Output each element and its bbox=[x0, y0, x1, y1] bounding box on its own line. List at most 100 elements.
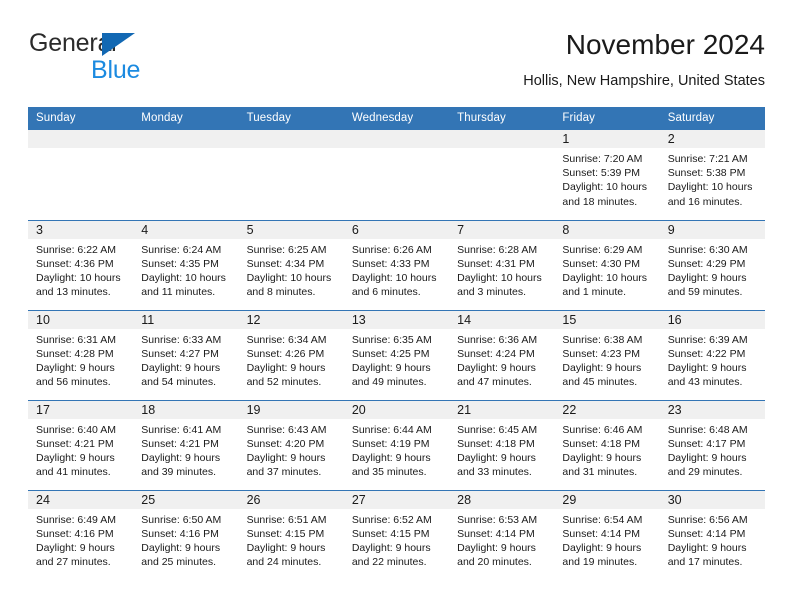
calendar-week-row: 1 Sunrise: 7:20 AM Sunset: 5:39 PM Daylight… bbox=[28, 130, 765, 220]
sunrise-text: Sunrise: 6:29 AM bbox=[562, 243, 643, 256]
day-details: Sunrise: 6:22 AM Sunset: 4:36 PM Daylight:… bbox=[28, 239, 133, 300]
day-details: Sunrise: 7:20 AM Sunset: 5:39 PM Daylight:… bbox=[554, 148, 659, 209]
sunset-text: Sunset: 4:20 PM bbox=[246, 437, 325, 450]
day-number: 25 bbox=[133, 490, 239, 509]
sunrise-text: Sunrise: 6:43 AM bbox=[246, 423, 327, 436]
daylight-text: Daylight: 9 hours and 31 minutes. bbox=[562, 451, 642, 479]
calendar-day-cell[interactable]: 6 Sunrise: 6:26 AM Sunset: 4:33 PM Daylight… bbox=[343, 219, 450, 310]
calendar-day-cell[interactable]: 18 Sunrise: 6:41 AM Sunset: 4:21 PM Dayligh… bbox=[133, 399, 239, 490]
calendar-day-cell[interactable]: 27 Sunrise: 6:52 AM Sunset: 4:15 PM Dayligh… bbox=[343, 489, 450, 580]
daylight-text: Daylight: 9 hours and 25 minutes. bbox=[141, 541, 221, 569]
sunset-text: Sunset: 4:15 PM bbox=[246, 527, 325, 540]
sunrise-text: Sunrise: 7:20 AM bbox=[562, 153, 643, 165]
calendar-day-cell[interactable]: 3 Sunrise: 6:22 AM Sunset: 4:36 PM Daylight… bbox=[28, 219, 134, 310]
day-details: Sunrise: 6:46 AM Sunset: 4:18 PM Daylight:… bbox=[554, 419, 659, 480]
calendar-day-cell[interactable]: 7 Sunrise: 6:28 AM Sunset: 4:31 PM Daylight… bbox=[449, 219, 555, 310]
day-number: 1 bbox=[554, 130, 660, 148]
calendar-day-cell[interactable]: 25 Sunrise: 6:50 AM Sunset: 4:16 PM Dayligh… bbox=[133, 489, 239, 580]
daylight-text: Daylight: 10 hours and 8 minutes. bbox=[246, 271, 332, 299]
day-details: Sunrise: 6:30 AM Sunset: 4:29 PM Daylight:… bbox=[660, 239, 765, 300]
calendar-week-row: 10 Sunrise: 6:31 AM Sunset: 4:28 PM Dayligh… bbox=[28, 309, 765, 400]
calendar-day-cell[interactable]: 10 Sunrise: 6:31 AM Sunset: 4:28 PM Dayligh… bbox=[28, 309, 134, 400]
calendar-day-cell-empty[interactable] bbox=[28, 130, 134, 220]
day-details: Sunrise: 6:48 AM Sunset: 4:17 PM Daylight:… bbox=[660, 419, 765, 480]
sunset-text: Sunset: 4:31 PM bbox=[457, 257, 535, 270]
calendar-day-cell-empty[interactable] bbox=[133, 130, 239, 220]
sunset-text: Sunset: 4:26 PM bbox=[246, 347, 325, 360]
sunset-text: Sunset: 4:29 PM bbox=[667, 257, 746, 270]
calendar-day-cell[interactable]: 9 Sunrise: 6:30 AM Sunset: 4:29 PM Daylight… bbox=[659, 219, 765, 310]
daylight-text: Daylight: 9 hours and 45 minutes. bbox=[562, 361, 642, 389]
sunrise-text: Sunrise: 6:45 AM bbox=[457, 423, 538, 436]
calendar-day-cell[interactable]: 22 Sunrise: 6:46 AM Sunset: 4:18 PM Dayligh… bbox=[554, 399, 660, 490]
day-number: 8 bbox=[554, 220, 660, 239]
calendar-day-cell[interactable]: 13 Sunrise: 6:35 AM Sunset: 4:25 PM Dayligh… bbox=[343, 309, 450, 400]
day-number: 11 bbox=[133, 310, 239, 329]
daylight-text: Daylight: 9 hours and 59 minutes. bbox=[667, 271, 747, 299]
calendar-day-cell-empty[interactable] bbox=[238, 130, 344, 220]
day-details: Sunrise: 6:52 AM Sunset: 4:15 PM Daylight:… bbox=[344, 509, 449, 570]
calendar-day-cell-empty[interactable] bbox=[343, 130, 450, 220]
calendar-day-cell[interactable]: 24 Sunrise: 6:49 AM Sunset: 4:16 PM Dayligh… bbox=[28, 489, 134, 580]
day-details: Sunrise: 6:49 AM Sunset: 4:16 PM Daylight:… bbox=[28, 509, 133, 570]
calendar-day-cell[interactable]: 21 Sunrise: 6:45 AM Sunset: 4:18 PM Dayligh… bbox=[449, 399, 555, 490]
day-number-band bbox=[238, 130, 344, 148]
calendar-day-cell[interactable]: 28 Sunrise: 6:53 AM Sunset: 4:14 PM Dayligh… bbox=[449, 489, 555, 580]
calendar-day-cell[interactable]: 14 Sunrise: 6:36 AM Sunset: 4:24 PM Dayligh… bbox=[449, 309, 555, 400]
calendar-day-cell[interactable]: 4 Sunrise: 6:24 AM Sunset: 4:35 PM Daylight… bbox=[133, 219, 239, 310]
calendar-day-cell[interactable]: 20 Sunrise: 6:44 AM Sunset: 4:19 PM Dayligh… bbox=[343, 399, 450, 490]
sunrise-text: Sunrise: 6:51 AM bbox=[246, 513, 327, 526]
calendar-day-cell[interactable]: 12 Sunrise: 6:34 AM Sunset: 4:26 PM Dayligh… bbox=[238, 309, 344, 400]
day-number: 26 bbox=[238, 490, 344, 509]
sunset-text: Sunset: 4:21 PM bbox=[36, 437, 114, 450]
daylight-text: Daylight: 9 hours and 22 minutes. bbox=[351, 541, 431, 569]
calendar-day-cell[interactable]: 8 Sunrise: 6:29 AM Sunset: 4:30 PM Daylight… bbox=[554, 219, 660, 310]
sunrise-text: Sunrise: 6:34 AM bbox=[246, 333, 327, 346]
weekday-header-friday: Friday bbox=[554, 107, 660, 130]
sunrise-text: Sunrise: 6:44 AM bbox=[351, 423, 432, 436]
calendar-day-cell[interactable]: 2 Sunrise: 7:21 AM Sunset: 5:38 PM Daylight… bbox=[659, 130, 765, 220]
day-details: Sunrise: 6:53 AM Sunset: 4:14 PM Daylight:… bbox=[449, 509, 554, 570]
day-number: 18 bbox=[133, 400, 239, 419]
day-details: Sunrise: 6:35 AM Sunset: 4:25 PM Daylight:… bbox=[344, 329, 449, 390]
calendar-day-cell[interactable]: 30 Sunrise: 6:56 AM Sunset: 4:14 PM Dayligh… bbox=[659, 489, 765, 580]
calendar-day-cell[interactable]: 1 Sunrise: 7:20 AM Sunset: 5:39 PM Daylight… bbox=[554, 130, 660, 220]
daylight-text: Daylight: 9 hours and 56 minutes. bbox=[36, 361, 115, 389]
location-subtitle: Hollis, New Hampshire, United States bbox=[523, 73, 765, 89]
day-number: 5 bbox=[238, 220, 344, 239]
title-block: November 2024 Hollis, New Hampshire, Uni… bbox=[523, 26, 765, 91]
day-number: 28 bbox=[449, 490, 555, 509]
daylight-text: Daylight: 10 hours and 18 minutes. bbox=[562, 181, 648, 208]
sunset-text: Sunset: 4:33 PM bbox=[351, 257, 430, 270]
sunset-text: Sunset: 4:35 PM bbox=[141, 257, 219, 270]
calendar-day-cell[interactable]: 11 Sunrise: 6:33 AM Sunset: 4:27 PM Dayligh… bbox=[133, 309, 239, 400]
calendar-body: 1 Sunrise: 7:20 AM Sunset: 5:39 PM Daylight… bbox=[28, 130, 765, 580]
day-details: Sunrise: 7:21 AM Sunset: 5:38 PM Daylight:… bbox=[660, 148, 765, 209]
day-details: Sunrise: 6:26 AM Sunset: 4:33 PM Daylight:… bbox=[344, 239, 449, 300]
sunset-text: Sunset: 4:14 PM bbox=[562, 527, 641, 540]
day-number-band bbox=[28, 130, 134, 148]
day-details: Sunrise: 6:25 AM Sunset: 4:34 PM Daylight:… bbox=[239, 239, 344, 300]
calendar-day-cell-empty[interactable] bbox=[449, 130, 555, 220]
sunrise-text: Sunrise: 6:39 AM bbox=[667, 333, 748, 346]
weekday-header-thursday: Thursday bbox=[449, 107, 555, 130]
calendar-day-cell[interactable]: 15 Sunrise: 6:38 AM Sunset: 4:23 PM Dayligh… bbox=[554, 309, 660, 400]
day-details: Sunrise: 6:28 AM Sunset: 4:31 PM Daylight:… bbox=[449, 239, 554, 300]
calendar-day-cell[interactable]: 29 Sunrise: 6:54 AM Sunset: 4:14 PM Dayligh… bbox=[554, 489, 660, 580]
sunrise-text: Sunrise: 6:53 AM bbox=[457, 513, 538, 526]
calendar-day-cell[interactable]: 23 Sunrise: 6:48 AM Sunset: 4:17 PM Dayligh… bbox=[659, 399, 765, 490]
day-number: 4 bbox=[133, 220, 239, 239]
calendar-day-cell[interactable]: 26 Sunrise: 6:51 AM Sunset: 4:15 PM Dayligh… bbox=[238, 489, 344, 580]
sunset-text: Sunset: 4:21 PM bbox=[141, 437, 219, 450]
calendar-day-cell[interactable]: 17 Sunrise: 6:40 AM Sunset: 4:21 PM Dayligh… bbox=[28, 399, 134, 490]
calendar-day-cell[interactable]: 19 Sunrise: 6:43 AM Sunset: 4:20 PM Dayligh… bbox=[238, 399, 344, 490]
sunset-text: Sunset: 4:27 PM bbox=[141, 347, 219, 360]
daylight-text: Daylight: 9 hours and 19 minutes. bbox=[562, 541, 642, 569]
weekday-header-wednesday: Wednesday bbox=[343, 107, 450, 130]
logo-triangle-icon bbox=[102, 33, 135, 56]
day-number: 23 bbox=[659, 400, 765, 419]
day-number: 13 bbox=[343, 310, 450, 329]
calendar-day-cell[interactable]: 5 Sunrise: 6:25 AM Sunset: 4:34 PM Daylight… bbox=[238, 219, 344, 310]
day-number: 16 bbox=[659, 310, 765, 329]
calendar-day-cell[interactable]: 16 Sunrise: 6:39 AM Sunset: 4:22 PM Dayligh… bbox=[659, 309, 765, 400]
